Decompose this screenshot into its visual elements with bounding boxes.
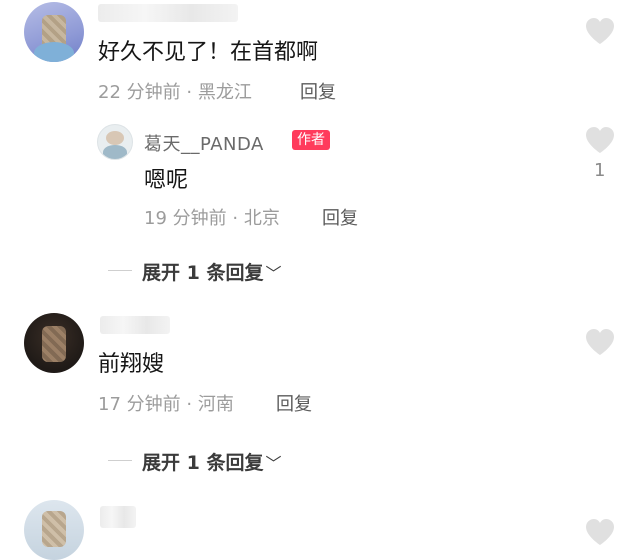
author-avatar[interactable] [97, 124, 133, 160]
meta-separator: · [232, 208, 239, 229]
reply-time: 19 分钟前 [144, 208, 227, 229]
expand-replies-button[interactable]: 展开 1 条回复 ﹀ [142, 448, 281, 475]
divider-line [108, 270, 132, 271]
comment-time: 22 分钟前 [98, 82, 181, 103]
avatar[interactable] [24, 500, 84, 560]
comment-location: 河南 [197, 394, 234, 415]
reply-button[interactable]: 回复 [300, 78, 336, 104]
avatar[interactable] [24, 313, 84, 373]
comment-text: 好久不见了！在首都啊 [98, 40, 319, 65]
author-badge: 作者 [292, 130, 330, 150]
comment-time: 17 分钟前 [98, 394, 181, 415]
heart-icon[interactable] [584, 126, 616, 154]
heart-icon[interactable] [584, 328, 616, 356]
author-username[interactable]: 葛天__PANDA [144, 130, 264, 156]
like-count: 1 [594, 160, 606, 181]
reply-location: 北京 [243, 208, 280, 229]
comment-location: 黑龙江 [197, 82, 252, 103]
reply-button[interactable]: 回复 [322, 204, 358, 230]
comment-meta: 17 分钟前 · 河南 [98, 390, 234, 416]
username-blurred[interactable] [98, 4, 238, 22]
heart-icon[interactable] [584, 17, 616, 45]
username-blurred[interactable] [100, 506, 136, 528]
heart-icon[interactable] [584, 518, 616, 546]
reply-text: 嗯呢 [144, 168, 189, 193]
comment-text: 前翔嫂 [98, 352, 165, 377]
meta-separator: · [186, 394, 193, 415]
chevron-down-icon: ﹀ [265, 264, 282, 283]
meta-separator: · [186, 82, 193, 103]
comment-meta: 22 分钟前 · 黑龙江 [98, 78, 252, 104]
username-blurred[interactable] [100, 316, 170, 334]
reply-button[interactable]: 回复 [276, 390, 312, 416]
avatar[interactable] [24, 2, 84, 62]
expand-replies-button[interactable]: 展开 1 条回复 ﹀ [142, 258, 281, 285]
expand-label: 展开 1 条回复 [142, 262, 264, 284]
chevron-down-icon: ﹀ [265, 454, 282, 473]
reply-meta: 19 分钟前 · 北京 [144, 204, 280, 230]
divider-line [108, 460, 132, 461]
expand-label: 展开 1 条回复 [142, 452, 264, 474]
